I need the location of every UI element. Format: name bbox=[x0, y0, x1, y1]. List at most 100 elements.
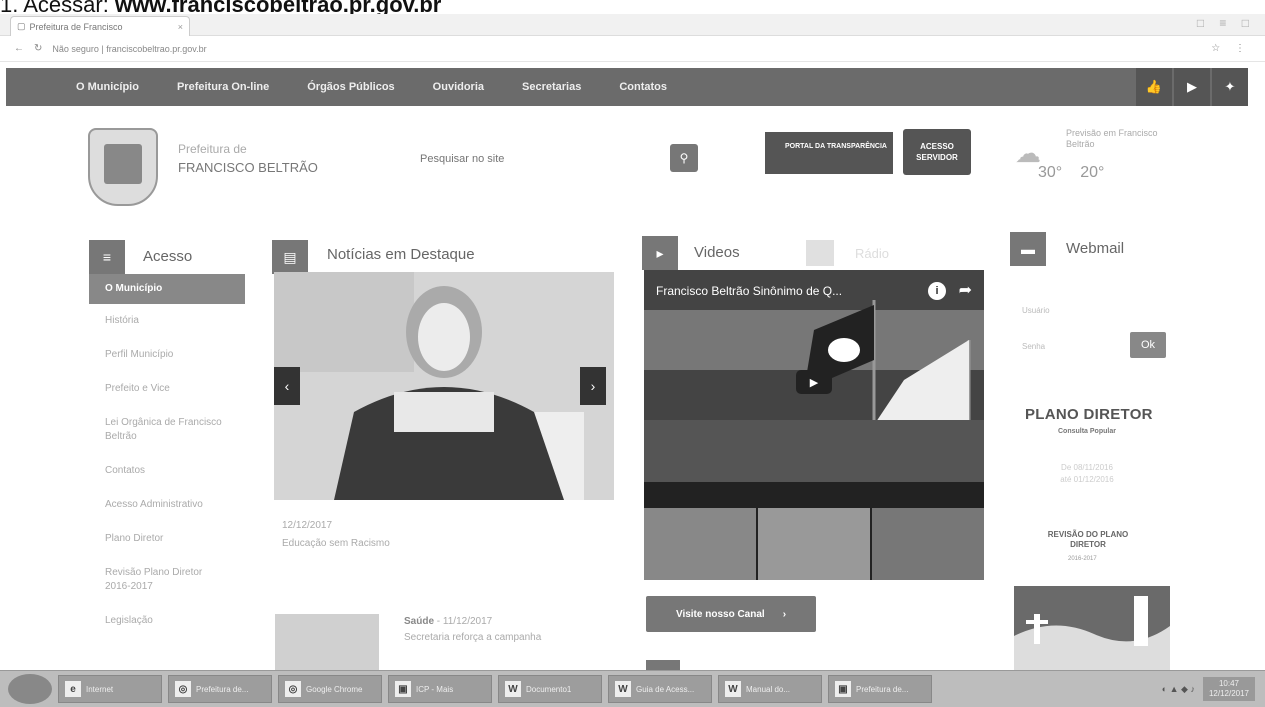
menu-icon: ≡ bbox=[89, 240, 125, 274]
play-icon: ▶ bbox=[809, 376, 819, 389]
video-player[interactable]: Francisco Beltrão Sinônimo de Q... i ➦ ▶ bbox=[644, 270, 984, 482]
taskbar-item[interactable]: ◎ Google Chrome bbox=[278, 675, 382, 703]
nav-item-orgaos-publicos[interactable]: Órgãos Públicos bbox=[307, 81, 394, 93]
taskbar-item-label: Manual do... bbox=[746, 684, 791, 694]
taskbar-item[interactable]: ▣ Prefeitura de... bbox=[828, 675, 932, 703]
acesso-item-municipio[interactable]: O Município bbox=[89, 274, 245, 304]
taskbar-item[interactable]: ▣ ICP - Mais bbox=[388, 675, 492, 703]
taskbar-item-label: Guia de Acess... bbox=[636, 684, 695, 694]
carousel-next-button[interactable]: › bbox=[580, 367, 606, 405]
section-icon bbox=[646, 660, 680, 670]
clock[interactable]: 10:47 12/12/2017 bbox=[1202, 677, 1255, 701]
landmark-silhouette bbox=[1014, 586, 1170, 672]
taskbar-item[interactable]: e Internet bbox=[58, 675, 162, 703]
canal-button-label: Visite nosso Canal bbox=[675, 608, 765, 620]
nav-item-contatos[interactable]: Contatos bbox=[619, 81, 667, 93]
start-button[interactable] bbox=[8, 674, 52, 704]
taskbar-item-label: Google Chrome bbox=[306, 684, 363, 694]
video-control-bar bbox=[644, 482, 984, 510]
acesso-item-administrativo[interactable]: Acesso Administrativo bbox=[89, 488, 245, 522]
city-banner-image[interactable] bbox=[1014, 586, 1170, 672]
plano-line-1: De 08/11/2016 bbox=[1061, 463, 1113, 472]
search-button[interactable]: ⚲ bbox=[670, 144, 698, 172]
carousel-prev-button[interactable]: ‹ bbox=[274, 367, 300, 405]
radio-tab-label[interactable]: Rádio bbox=[855, 246, 889, 261]
plano-diretor-title[interactable]: PLANO DIRETOR bbox=[1025, 406, 1153, 423]
news-headline[interactable]: Educação sem Racismo bbox=[282, 538, 390, 549]
news-item-2-category: Saúde bbox=[404, 616, 435, 627]
news-icon: ▤ bbox=[272, 240, 308, 274]
news-item-2-date: - 11/12/2017 bbox=[436, 616, 493, 627]
acesso-item-historia[interactable]: História bbox=[89, 304, 245, 338]
browser-tab[interactable]: ▢ Prefeitura de Francisco × bbox=[10, 16, 190, 36]
main-nav: O Município Prefeitura On-line Órgãos Pú… bbox=[6, 68, 1248, 106]
acesso-item-plano-diretor[interactable]: Plano Diretor bbox=[89, 522, 245, 556]
bookmark-star-icon[interactable]: ☆ ⋮ bbox=[1211, 43, 1251, 54]
taskbar-item-label: Internet bbox=[86, 684, 114, 694]
news-item-2[interactable]: Saúde - 11/12/2017 Secretaria reforça a … bbox=[404, 614, 614, 646]
video-thumbnails bbox=[644, 508, 984, 580]
taskbar-item[interactable]: ◎ Prefeitura de... bbox=[168, 675, 272, 703]
chevron-right-icon: › bbox=[590, 378, 596, 394]
acesso-item-prefeito[interactable]: Prefeito e Vice bbox=[89, 372, 245, 406]
plano-diretor-subtitle: Consulta Popular bbox=[1058, 428, 1116, 435]
search-icon: ⚲ bbox=[679, 151, 689, 165]
taskbar-item[interactable]: W Documento1 bbox=[498, 675, 602, 703]
webmail-password-label: Senha bbox=[1022, 342, 1046, 351]
search-input[interactable] bbox=[420, 147, 656, 171]
site-title: FRANCISCO BELTRÃO bbox=[178, 160, 318, 175]
tab-close-icon[interactable]: × bbox=[178, 22, 183, 32]
tray-icons[interactable]: ◐ ▲ ◆ ♪ bbox=[1162, 684, 1195, 695]
nav-item-municipio[interactable]: O Município bbox=[76, 81, 139, 93]
weather-location: Previsão em Francisco Beltrão bbox=[1066, 128, 1158, 149]
video-play-button[interactable]: ▶ bbox=[796, 370, 832, 394]
taskbar-item-label: Documento1 bbox=[526, 684, 572, 694]
youtube-icon[interactable]: ▶ bbox=[1174, 68, 1210, 106]
noticias-title: Notícias em Destaque bbox=[327, 246, 475, 263]
address-bar: ← ↻ Não seguro | franciscobeltrao.pr.gov… bbox=[0, 36, 1265, 62]
news-item-2-text: Secretaria reforça a campanha bbox=[404, 632, 542, 643]
reload-icon[interactable]: ↻ bbox=[34, 43, 42, 54]
video-thumbnail[interactable] bbox=[872, 508, 984, 580]
ie-icon: e bbox=[65, 681, 81, 697]
nav-item-secretarias[interactable]: Secretarias bbox=[522, 81, 581, 93]
window-controls[interactable]: □ ≡ □ bbox=[1197, 16, 1255, 30]
news-carousel-image[interactable] bbox=[274, 272, 614, 500]
servidor-label-1: ACESSO bbox=[920, 142, 954, 151]
chrome-icon: ◎ bbox=[175, 681, 191, 697]
acesso-item-revisao-plano[interactable]: Revisão Plano Diretor 2016-2017 bbox=[89, 556, 245, 604]
video-thumbnail[interactable] bbox=[644, 508, 756, 580]
plano-line-2: até 01/12/2016 bbox=[1060, 475, 1114, 484]
site-subtitle: Prefeitura de bbox=[178, 142, 247, 156]
temp-min: 20° bbox=[1080, 164, 1105, 181]
acesso-item-legislacao[interactable]: Legislação bbox=[89, 604, 245, 638]
back-icon[interactable]: ← bbox=[14, 43, 24, 54]
word-icon: W bbox=[615, 681, 631, 697]
city-logo[interactable] bbox=[88, 128, 158, 206]
thumbs-up-icon[interactable]: 👍 bbox=[1136, 68, 1172, 106]
webmail-ok-button[interactable]: Ok bbox=[1130, 332, 1166, 358]
radio-tab-icon[interactable] bbox=[806, 240, 834, 266]
acesso-item-lei-organica[interactable]: Lei Orgânica de Francisco Beltrão bbox=[89, 406, 245, 454]
taskbar-item[interactable]: W Guia de Acess... bbox=[608, 675, 712, 703]
share-icon[interactable]: ➦ bbox=[959, 280, 972, 300]
acesso-servidor-button[interactable]: ACESSO SERVIDOR bbox=[903, 129, 971, 175]
acesso-menu: O Município História Perfil Município Pr… bbox=[89, 274, 245, 638]
chrome-icon: ◎ bbox=[285, 681, 301, 697]
taskbar-item[interactable]: W Manual do... bbox=[718, 675, 822, 703]
info-icon[interactable]: i bbox=[928, 282, 946, 300]
url-field[interactable]: Não seguro | franciscobeltrao.pr.gov.br bbox=[52, 44, 206, 54]
nav-item-prefeitura-online[interactable]: Prefeitura On-line bbox=[177, 81, 269, 93]
acesso-item-contatos[interactable]: Contatos bbox=[89, 454, 245, 488]
transparencia-button[interactable]: PORTAL DA TRANSPARÊNCIA bbox=[765, 132, 893, 174]
revisao-plano-title[interactable]: REVISÃO DO PLANO DIRETOR bbox=[1040, 530, 1136, 550]
twitter-icon[interactable]: ✦ bbox=[1212, 68, 1248, 106]
nav-item-ouvidoria[interactable]: Ouvidoria bbox=[433, 81, 484, 93]
acesso-item-perfil[interactable]: Perfil Município bbox=[89, 338, 245, 372]
news-thumbnail[interactable] bbox=[275, 614, 379, 672]
system-tray: ◐ ▲ ◆ ♪ 10:47 12/12/2017 bbox=[1162, 677, 1255, 701]
video-title[interactable]: Francisco Beltrão Sinônimo de Q... bbox=[656, 284, 842, 298]
video-thumbnail[interactable] bbox=[758, 508, 870, 580]
visite-canal-button[interactable]: Visite nosso Canal › bbox=[646, 596, 816, 632]
temp-max: 30° bbox=[1038, 164, 1063, 181]
